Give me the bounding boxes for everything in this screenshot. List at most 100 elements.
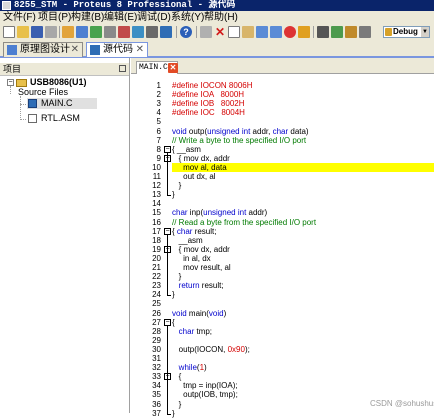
code-line: { bbox=[172, 317, 175, 327]
menu-debug[interactable]: 调试(D) bbox=[137, 11, 171, 25]
paste-icon[interactable] bbox=[242, 26, 254, 38]
line-number: 23 bbox=[152, 281, 161, 291]
line-number: 30 bbox=[152, 344, 161, 354]
code-editor[interactable]: #define IOCON 8006H #define IOA 8000H #def… bbox=[172, 74, 434, 418]
menu-help[interactable]: 帮助(H) bbox=[204, 11, 238, 25]
tab-source-code[interactable]: 源代码 ✕ bbox=[86, 42, 148, 57]
close-icon[interactable]: ✕ bbox=[168, 63, 178, 73]
line-number: 27 bbox=[152, 317, 161, 327]
pcb-icon[interactable] bbox=[90, 26, 102, 38]
line-number: 26 bbox=[152, 308, 161, 318]
cut-icon[interactable] bbox=[200, 26, 212, 38]
asm-file-icon bbox=[28, 114, 37, 123]
line-number: 18 bbox=[152, 235, 161, 245]
code-line: } bbox=[172, 408, 175, 418]
line-number: 17 bbox=[152, 226, 161, 236]
line-number: 15 bbox=[152, 208, 161, 218]
undo-icon[interactable] bbox=[256, 26, 268, 38]
line-number: 22 bbox=[152, 272, 161, 282]
build-icon[interactable] bbox=[317, 26, 329, 38]
menu-edit[interactable]: 编辑(E) bbox=[104, 11, 137, 25]
menu-system[interactable]: 系统(Y) bbox=[171, 11, 204, 25]
code-line: out dx, al bbox=[172, 172, 216, 181]
copy-icon[interactable] bbox=[228, 26, 240, 38]
code-line: // Write a byte to the specified I/O por… bbox=[172, 135, 307, 145]
pin-icon[interactable] bbox=[119, 65, 126, 72]
code-line: return result; bbox=[178, 281, 224, 291]
close-icon[interactable]: ✕ bbox=[136, 43, 144, 57]
3d-view-icon[interactable] bbox=[104, 26, 116, 38]
bom-icon[interactable] bbox=[132, 26, 144, 38]
tab-source-code-label: 源代码 bbox=[103, 44, 133, 55]
code-line: #define IOCON 8006H bbox=[172, 81, 253, 90]
line-number: 28 bbox=[152, 326, 161, 336]
line-number: 32 bbox=[152, 363, 161, 373]
gerber-icon[interactable] bbox=[118, 26, 130, 38]
open-folder-icon[interactable] bbox=[17, 26, 29, 38]
code-line: char tmp; bbox=[178, 326, 213, 336]
tab-schematic[interactable]: 原理图设计 ✕ bbox=[3, 42, 83, 57]
build-config-select[interactable]: Debug ▼ bbox=[383, 26, 430, 38]
line-number: 33 bbox=[152, 372, 161, 382]
line-number: 29 bbox=[152, 335, 161, 345]
code-line: in al, dx bbox=[172, 253, 211, 263]
code-line: mov al, data bbox=[172, 162, 227, 172]
fold-toggle-icon[interactable]: − bbox=[164, 227, 171, 235]
tree-collapse-toggle[interactable]: − bbox=[7, 79, 14, 86]
build-config-value: Debug bbox=[393, 27, 418, 36]
line-number: 12 bbox=[152, 181, 161, 191]
clean-icon[interactable] bbox=[345, 26, 357, 38]
code-line: void outp(unsigned int addr, char data) bbox=[172, 126, 309, 136]
close-project-icon[interactable] bbox=[45, 26, 57, 38]
save-icon[interactable] bbox=[31, 26, 43, 38]
chip-icon[interactable] bbox=[298, 26, 310, 38]
code-line: } bbox=[172, 181, 182, 191]
rebuild-icon[interactable] bbox=[331, 26, 343, 38]
code-line: while(1) bbox=[178, 363, 207, 373]
line-number: 24 bbox=[152, 290, 161, 300]
tree-file-main-c[interactable]: MAIN.C bbox=[41, 98, 73, 109]
home-icon[interactable] bbox=[62, 26, 74, 38]
close-icon[interactable]: ✕ bbox=[71, 43, 79, 57]
menu-project[interactable]: 项目(P) bbox=[38, 11, 71, 25]
project-panel-title: 项目 bbox=[3, 64, 22, 74]
code-line: } bbox=[172, 190, 175, 200]
schematic-icon[interactable] bbox=[76, 26, 88, 38]
project-folder-icon bbox=[16, 79, 27, 87]
project-panel-header: 项目 bbox=[0, 63, 129, 76]
tab-main-c[interactable]: MAIN.C ✕ bbox=[136, 61, 178, 74]
line-number: 9 bbox=[156, 153, 161, 163]
code-line: mov result, al bbox=[172, 263, 231, 272]
watermark: CSDN @sohushus bbox=[370, 399, 434, 408]
app-icon bbox=[2, 1, 11, 10]
line-number: 1 bbox=[156, 81, 161, 90]
tree-folder-item[interactable]: Source Files bbox=[18, 87, 68, 98]
code-line: #define IOB 8002H bbox=[172, 99, 245, 109]
config-icon bbox=[385, 28, 392, 36]
menu-file[interactable]: 文件(F) bbox=[3, 11, 36, 25]
tab-main-c-label: MAIN.C bbox=[139, 63, 168, 72]
settings-icon[interactable] bbox=[359, 26, 371, 38]
stop-icon[interactable] bbox=[284, 26, 296, 38]
new-file-icon[interactable] bbox=[3, 26, 15, 38]
design-explorer-icon[interactable] bbox=[146, 26, 158, 38]
editor-tabs: MAIN.C ✕ bbox=[131, 58, 434, 74]
fold-toggle-icon[interactable]: − bbox=[164, 318, 171, 326]
fold-toggle-icon[interactable]: − bbox=[164, 145, 171, 153]
c-file-icon bbox=[28, 99, 37, 108]
code-line: __asm bbox=[172, 235, 203, 245]
line-number: 31 bbox=[152, 354, 161, 363]
help-icon[interactable]: ? bbox=[180, 26, 192, 38]
menu-build[interactable]: 构建(B) bbox=[71, 11, 104, 25]
line-number: 35 bbox=[152, 390, 161, 400]
line-number: 25 bbox=[152, 299, 161, 309]
line-number-gutter: 1 2 3 4 5 6 7 8 9 10 11 12 13 14 15 16 17 18 19 20 21 22 23 24 2… bbox=[131, 74, 163, 418]
redo-icon[interactable] bbox=[270, 26, 282, 38]
tree-file-rtl-asm[interactable]: RTL.ASM bbox=[41, 113, 80, 124]
line-number: 14 bbox=[152, 199, 161, 209]
chevron-down-icon[interactable]: ▼ bbox=[421, 27, 429, 37]
window-title: 8255_STM - Proteus 8 Professional - 源代码 bbox=[14, 0, 236, 10]
delete-icon[interactable]: ✕ bbox=[214, 26, 226, 38]
source-code-icon[interactable] bbox=[160, 26, 172, 38]
code-line: outp(IOCON, 0x90); bbox=[172, 344, 250, 354]
